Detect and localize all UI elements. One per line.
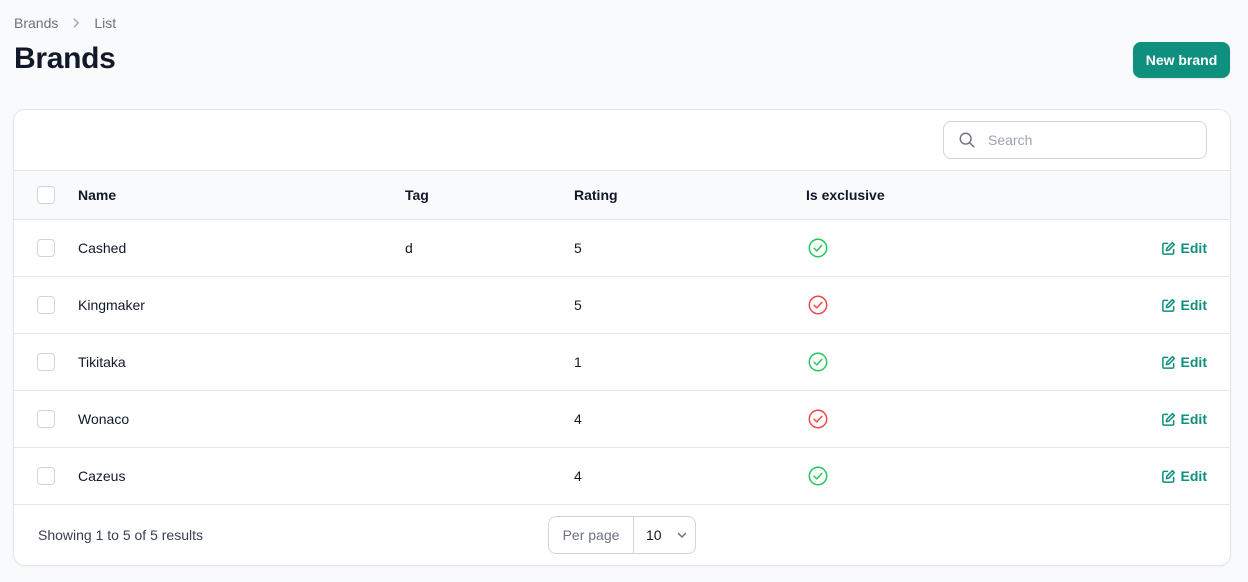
table-row[interactable]: Cazeus 4 Edit bbox=[14, 448, 1230, 505]
cell-rating: 4 bbox=[574, 411, 582, 427]
column-header-name[interactable]: Name bbox=[78, 171, 116, 219]
cell-is-exclusive bbox=[806, 334, 829, 390]
row-checkbox[interactable] bbox=[37, 239, 55, 257]
cell-rating: 1 bbox=[574, 354, 582, 370]
table-toolbar: Search bbox=[14, 110, 1230, 171]
row-checkbox[interactable] bbox=[37, 467, 55, 485]
x-circle-icon bbox=[807, 408, 829, 430]
pagination-summary: Showing 1 to 5 of 5 results bbox=[38, 527, 203, 543]
search-placeholder: Search bbox=[988, 132, 1033, 148]
edit-link[interactable]: Edit bbox=[1161, 411, 1207, 427]
cell-name: Cazeus bbox=[78, 468, 126, 484]
search-input[interactable]: Search bbox=[943, 121, 1207, 159]
edit-link[interactable]: Edit bbox=[1161, 240, 1207, 256]
chevron-down-icon bbox=[676, 529, 688, 541]
row-checkbox[interactable] bbox=[37, 410, 55, 428]
table-row[interactable]: Wonaco 4 Edit bbox=[14, 391, 1230, 448]
edit-icon bbox=[1161, 469, 1176, 484]
per-page-value: 10 bbox=[646, 527, 662, 543]
breadcrumb-item-list: List bbox=[94, 15, 117, 31]
cell-rating: 5 bbox=[574, 240, 582, 256]
cell-is-exclusive bbox=[806, 277, 829, 333]
page-title: Brands bbox=[14, 42, 116, 75]
cell-tag: d bbox=[405, 240, 413, 256]
table-header-row: Name Tag Rating Is exclusive bbox=[14, 171, 1230, 220]
check-circle-icon bbox=[807, 465, 829, 487]
chevron-right-icon bbox=[68, 15, 84, 31]
column-header-tag[interactable]: Tag bbox=[405, 171, 429, 219]
select-all-checkbox[interactable] bbox=[37, 186, 55, 204]
breadcrumb-item-brands[interactable]: Brands bbox=[14, 15, 58, 31]
table-row[interactable]: Cashed d 5 Edit bbox=[14, 220, 1230, 277]
cell-name: Kingmaker bbox=[78, 297, 145, 313]
edit-action-cell: Edit bbox=[1161, 448, 1207, 504]
cell-name: Wonaco bbox=[78, 411, 130, 427]
new-brand-button[interactable]: New brand bbox=[1133, 42, 1230, 78]
edit-icon bbox=[1161, 355, 1176, 370]
table-row[interactable]: Kingmaker 5 Edit bbox=[14, 277, 1230, 334]
edit-link[interactable]: Edit bbox=[1161, 354, 1207, 370]
edit-action-cell: Edit bbox=[1161, 334, 1207, 390]
edit-label: Edit bbox=[1180, 468, 1207, 484]
breadcrumb: Brands List bbox=[14, 15, 116, 31]
edit-icon bbox=[1161, 241, 1176, 256]
edit-label: Edit bbox=[1180, 297, 1207, 313]
search-icon bbox=[958, 131, 976, 149]
cell-rating: 5 bbox=[574, 297, 582, 313]
edit-label: Edit bbox=[1180, 240, 1207, 256]
table-row[interactable]: Tikitaka 1 Edit bbox=[14, 334, 1230, 391]
edit-action-cell: Edit bbox=[1161, 220, 1207, 276]
edit-link[interactable]: Edit bbox=[1161, 297, 1207, 313]
row-checkbox[interactable] bbox=[37, 296, 55, 314]
x-circle-icon bbox=[807, 294, 829, 316]
cell-rating: 4 bbox=[574, 468, 582, 484]
cell-is-exclusive bbox=[806, 220, 829, 276]
per-page-label: Per page bbox=[549, 517, 634, 553]
cell-name: Tikitaka bbox=[78, 354, 126, 370]
column-header-rating[interactable]: Rating bbox=[574, 171, 618, 219]
edit-action-cell: Edit bbox=[1161, 391, 1207, 447]
check-circle-icon bbox=[807, 237, 829, 259]
table-footer: Showing 1 to 5 of 5 results Per page 10 bbox=[14, 505, 1230, 565]
row-checkbox[interactable] bbox=[37, 353, 55, 371]
edit-action-cell: Edit bbox=[1161, 277, 1207, 333]
check-circle-icon bbox=[807, 351, 829, 373]
cell-name: Cashed bbox=[78, 240, 127, 256]
edit-icon bbox=[1161, 412, 1176, 427]
cell-is-exclusive bbox=[806, 448, 829, 504]
per-page-select[interactable]: Per page 10 bbox=[548, 516, 696, 554]
cell-is-exclusive bbox=[806, 391, 829, 447]
edit-label: Edit bbox=[1180, 411, 1207, 427]
edit-link[interactable]: Edit bbox=[1161, 468, 1207, 484]
per-page-value-wrap[interactable]: 10 bbox=[634, 517, 695, 553]
edit-icon bbox=[1161, 298, 1176, 313]
edit-label: Edit bbox=[1180, 354, 1207, 370]
column-header-is-exclusive[interactable]: Is exclusive bbox=[806, 171, 885, 219]
brands-table-card: Search Name Tag Rating Is exclusive Cash… bbox=[13, 109, 1231, 566]
